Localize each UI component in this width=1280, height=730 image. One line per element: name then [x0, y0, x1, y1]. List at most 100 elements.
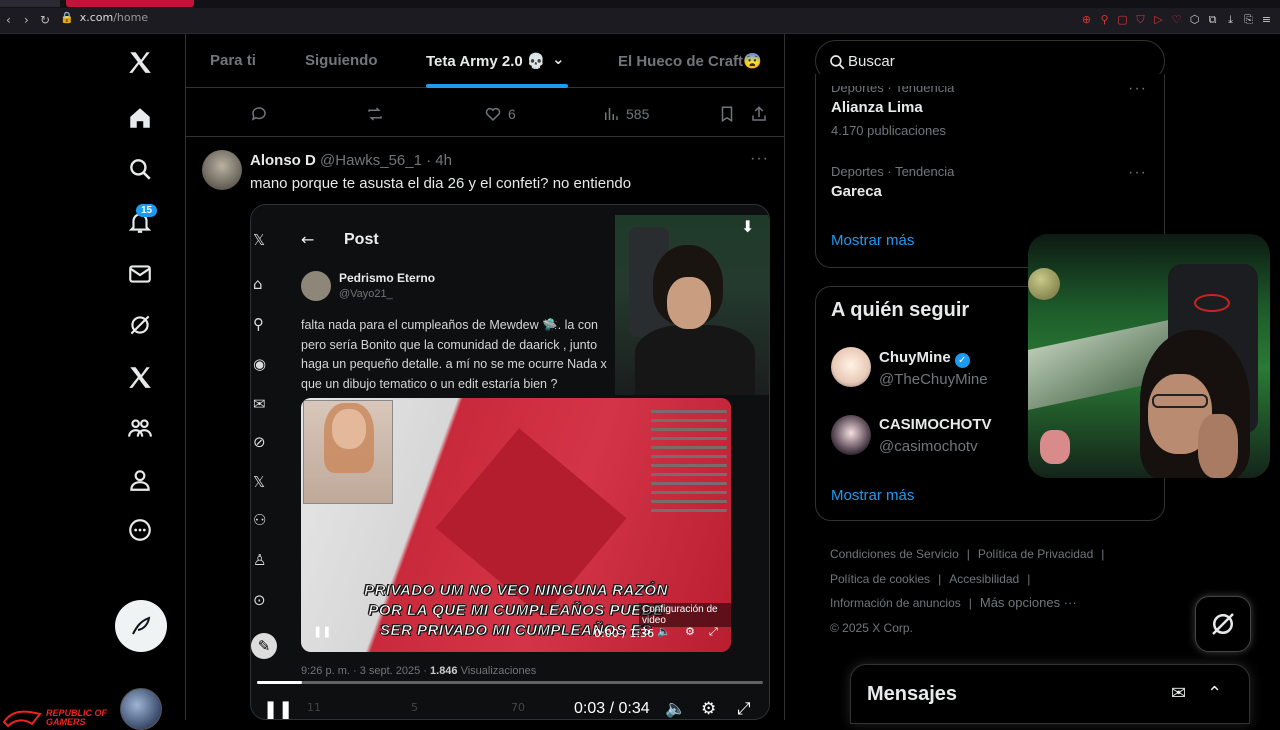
tweet[interactable]: Alonso D @Hawks_56_1 · 4h ··· mano porqu… — [186, 138, 784, 720]
who-to-follow-title: A quién seguir — [831, 299, 970, 321]
embedded-author: Pedrismo Eterno — [339, 271, 436, 285]
embedded-title: Post — [344, 231, 379, 248]
new-message-icon[interactable]: ✉ — [1171, 683, 1186, 704]
embedded-line: que un dibujo tematico o un edit estaría… — [301, 376, 558, 391]
settings-icon[interactable]: ⚙ — [701, 699, 716, 719]
reply-icon — [251, 107, 266, 121]
more-options-icon[interactable] — [124, 514, 156, 546]
footer-link[interactable]: Política de Privacidad — [978, 547, 1093, 561]
trend-name[interactable]: Alianza Lima — [831, 99, 923, 116]
embedded-video-time: 0:00 / 1:36 — [594, 627, 655, 640]
forward-icon[interactable]: › — [24, 13, 29, 27]
volume-icon[interactable]: 🔈 — [665, 699, 686, 719]
footer-link[interactable]: Condiciones de Servicio — [830, 547, 959, 561]
active-tab-indicator — [426, 84, 568, 88]
messages-icon[interactable] — [124, 258, 156, 290]
user-name[interactable]: ChuyMine ✓ — [879, 349, 970, 368]
tweet-time[interactable]: · 4h — [426, 152, 452, 169]
explore-icon[interactable] — [124, 153, 156, 185]
tab-teta-army[interactable]: Teta Army 2.0 💀 — [426, 52, 546, 70]
webcam-hand — [1198, 414, 1238, 478]
who-to-follow-show-more[interactable]: Mostrar más — [831, 487, 914, 504]
cube-icon[interactable]: ⬡ — [1189, 13, 1200, 27]
compose-post-button[interactable] — [115, 600, 167, 652]
embedded-profile-icon: ♙ — [253, 551, 267, 569]
back-icon[interactable]: ‹ — [6, 13, 11, 27]
grok-icon — [1212, 613, 1234, 635]
video-progress-fill — [257, 681, 302, 684]
user-avatar[interactable] — [831, 347, 871, 387]
messages-drawer[interactable]: Mensajes ✉ ⌃ — [850, 664, 1250, 724]
tab-para-ti[interactable]: Para ti — [210, 52, 256, 69]
views-button[interactable]: 585 — [602, 105, 649, 123]
video-frame: 𝕏 ⌂ ⚲ ◉ ✉ ⊘ 𝕏 ⚇ ♙ ⊙ ✎ ← Post Pedrismo Et… — [251, 205, 769, 719]
pause-icon[interactable]: ❚❚ — [263, 699, 293, 719]
reload-icon[interactable]: ↻ — [40, 13, 50, 27]
embedded-grok-icon: ⊘ — [253, 433, 266, 451]
embedded-line: haga un pequeño detalle. a mí no se me o… — [301, 357, 607, 371]
zoom-icon[interactable]: ⊕ — [1081, 13, 1092, 27]
heart-icon[interactable]: ♡ — [1171, 13, 1182, 27]
view-count: 585 — [626, 106, 650, 122]
streamer-webcam: ⬇ — [615, 215, 769, 395]
premium-x-icon[interactable] — [124, 361, 156, 393]
video-controls: ❚❚ 11 5 70 0:03 / 0:34 🔈 ⚙ ⤢ — [251, 681, 769, 719]
subtitle-line: PRIVADO UM NO VEO NINGUNA RAZÓN — [364, 582, 668, 600]
trend-name[interactable]: Gareca — [831, 183, 882, 200]
footer-link[interactable]: Información de anuncios — [830, 596, 961, 610]
trend-more-icon[interactable]: ··· — [1128, 164, 1147, 182]
like-button[interactable]: 6 — [484, 105, 516, 123]
fullscreen-icon[interactable]: ⤢ — [737, 699, 751, 719]
embedded-video-controls: ❚❚ 0:00 / 1:36 🔈 ⚙ ⤢ — [309, 624, 723, 644]
embedded-compose-icon: ✎ — [251, 633, 277, 659]
chevron-down-icon[interactable]: ⌄ — [552, 50, 565, 68]
video-progress[interactable] — [257, 681, 763, 684]
embedded-line: pero sería Bonito que la comunidad de da… — [301, 337, 598, 352]
download-icon[interactable]: ⤓ — [1225, 13, 1236, 27]
trends-show-more[interactable]: Mostrar más — [831, 232, 914, 249]
embedded-handle: @Vayo21_ — [339, 288, 393, 300]
browser-tab[interactable] — [0, 0, 60, 7]
snapshot-icon[interactable]: ▢ — [1117, 13, 1128, 27]
pin-icon[interactable]: ⚲ — [1099, 13, 1110, 27]
footer-link[interactable]: Más opciones ··· — [980, 595, 1077, 610]
footer-link[interactable]: Accesibilidad — [949, 572, 1019, 586]
tab-el-hueco[interactable]: El Hueco de Craft😨 — [618, 52, 762, 70]
expand-icon[interactable]: ⌃ — [1207, 683, 1222, 704]
user-avatar[interactable] — [831, 415, 871, 455]
footer-links: Condiciones de Servicio | Política de Priv… — [830, 547, 1105, 635]
reply-button[interactable] — [250, 105, 268, 123]
rog-logo-icon — [2, 710, 42, 728]
repost-button[interactable] — [366, 105, 384, 123]
trend-more-icon[interactable]: ··· — [1128, 80, 1147, 98]
account-avatar[interactable] — [120, 688, 162, 730]
search-icon — [830, 55, 845, 70]
tweet-video[interactable]: 𝕏 ⌂ ⚲ ◉ ✉ ⊘ 𝕏 ⚇ ♙ ⊙ ✎ ← Post Pedrismo Et… — [250, 204, 770, 720]
player-icon[interactable]: ▷ — [1153, 13, 1164, 27]
shield-icon[interactable]: ⛉ — [1135, 13, 1146, 27]
ghost-like-count: 70 — [511, 701, 525, 714]
extensions-icon[interactable]: ⧉ — [1207, 13, 1218, 27]
user-name-text: ChuyMine — [879, 349, 951, 366]
grok-icon[interactable] — [124, 309, 156, 341]
more-icon[interactable]: ··· — [750, 150, 769, 168]
screenshot-icon[interactable]: ⎘ — [1243, 13, 1254, 27]
author-avatar[interactable] — [202, 150, 242, 190]
user-name[interactable]: CASIMOCHOTV — [879, 416, 992, 433]
embedded-volume-icon: 🔈 — [657, 625, 671, 638]
bookmark-button[interactable] — [718, 105, 736, 123]
home-icon[interactable] — [124, 102, 156, 134]
tab-siguiendo[interactable]: Siguiendo — [305, 52, 378, 69]
x-logo-icon[interactable] — [124, 46, 156, 78]
author-handle[interactable]: @Hawks_56_1 — [320, 152, 422, 169]
author-name[interactable]: Alonso D — [250, 152, 316, 169]
grok-button[interactable] — [1195, 596, 1251, 652]
profile-icon[interactable] — [124, 464, 156, 496]
communities-icon[interactable] — [124, 412, 156, 444]
browser-tab-active[interactable] — [66, 0, 194, 7]
ghost-repost-count: 5 — [411, 701, 418, 714]
menu-icon[interactable]: ≡ — [1261, 13, 1272, 27]
share-button[interactable] — [750, 105, 768, 123]
footer-link[interactable]: Política de cookies — [830, 572, 930, 586]
address-bar[interactable]: 🔒 x.com/home — [60, 11, 148, 24]
